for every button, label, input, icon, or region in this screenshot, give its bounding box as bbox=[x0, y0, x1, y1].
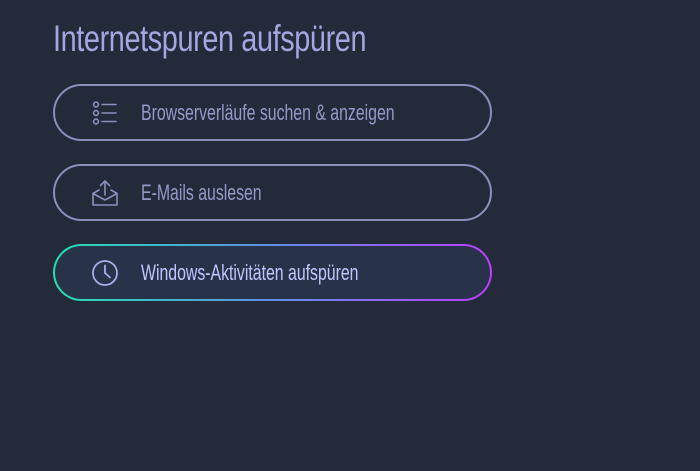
option-browser-history[interactable]: Browserverläufe suchen & anzeigen bbox=[53, 84, 492, 141]
clock-icon bbox=[92, 259, 118, 286]
list-icon bbox=[92, 100, 117, 125]
option-label: E-Mails auslesen bbox=[141, 180, 262, 205]
mail-upload-icon bbox=[92, 179, 118, 206]
page-title: Internetspuren aufspüren bbox=[53, 18, 367, 59]
option-read-emails[interactable]: E-Mails auslesen bbox=[53, 164, 492, 221]
option-windows-activities[interactable]: Windows-Aktivitäten aufspüren bbox=[53, 244, 492, 301]
option-label: Windows-Aktivitäten aufspüren bbox=[141, 260, 359, 285]
internet-traces-panel: Internetspuren aufspüren Browserverläufe… bbox=[0, 0, 700, 471]
option-label: Browserverläufe suchen & anzeigen bbox=[141, 100, 395, 125]
